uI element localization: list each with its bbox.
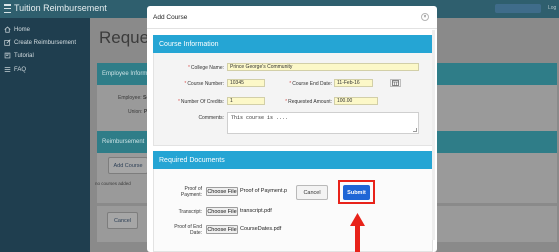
proof-of-payment-choose-button[interactable]: Choose File [206, 187, 238, 196]
dialog-scrollbar[interactable] [432, 30, 435, 240]
transcript-label: Transcript: [178, 209, 202, 215]
course-end-date-field[interactable]: 11-Feb-16 [334, 79, 373, 87]
requested-amount-label: *Requested Amount: [285, 99, 332, 105]
college-name-field[interactable]: Prince George's Community [227, 63, 419, 71]
course-number-label: *Course Number: [184, 81, 224, 87]
page-cancel-button[interactable]: Cancel [107, 212, 138, 229]
course-number-field[interactable]: 10345 [227, 79, 265, 87]
sidebar-item-label: Home [14, 27, 31, 33]
close-icon[interactable]: × [421, 13, 429, 21]
sidebar-item-label: FAQ [14, 67, 27, 73]
resize-handle[interactable] [413, 128, 417, 132]
sidebar-item-tutorial[interactable]: Tutorial [0, 51, 90, 61]
required-documents-header: Required Documents [153, 151, 433, 169]
transcript-filename: transcript.pdf [240, 208, 272, 214]
no-courses-text: no courses added [95, 181, 131, 186]
add-course-button[interactable]: Add Course [108, 157, 148, 174]
home-icon [0, 26, 14, 35]
credits-label: *Number Of Credits: [177, 99, 224, 105]
cancel-button[interactable]: Cancel [296, 185, 328, 200]
user-badge[interactable] [495, 4, 541, 13]
course-information-header: Course Information [153, 35, 433, 53]
create-icon [0, 38, 14, 48]
college-name-label: *College Name: [187, 65, 224, 71]
dialog-title: Add Course [153, 14, 188, 21]
tutorial-icon [0, 52, 14, 61]
calendar-icon[interactable] [390, 79, 401, 87]
requested-amount-field[interactable]: 100.00 [334, 97, 378, 105]
submit-button[interactable]: Submit [343, 185, 370, 200]
menu-icon[interactable] [4, 4, 11, 13]
comments-textarea[interactable]: This course is .... [227, 112, 419, 134]
sidebar-item-create-reimbursement[interactable]: Create Reimbursement [0, 38, 90, 48]
comments-label: Comments: [198, 115, 224, 121]
proof-of-payment-filename: Proof of Payment.p [240, 188, 288, 194]
course-end-date-label: *Course End Date: [289, 81, 332, 87]
app-window: Tuition Reimbursement Log Home Create Re… [0, 0, 559, 252]
proof-of-payment-label: Proof of Payment: [180, 186, 202, 198]
up-arrow-icon [350, 213, 365, 252]
employee-label: Employee: Se [118, 95, 149, 101]
sidebar: Home Create Reimbursement Tutorial FAQ [0, 18, 90, 252]
sidebar-item-faq[interactable]: FAQ [0, 65, 90, 75]
proof-of-end-date-choose-button[interactable]: Choose File [206, 225, 238, 234]
list-icon [0, 66, 14, 75]
sidebar-item-label: Create Reimbursement [14, 40, 77, 46]
dialog-divider [147, 28, 437, 29]
add-course-dialog: Add Course × Course Information *College… [147, 6, 437, 252]
transcript-choose-button[interactable]: Choose File [206, 207, 238, 216]
logout-link[interactable]: Log [548, 5, 556, 11]
sidebar-item-home[interactable]: Home [0, 25, 90, 35]
sidebar-item-label: Tutorial [14, 53, 34, 59]
proof-of-end-date-label: Proof of End Date: [174, 224, 202, 236]
proof-of-end-date-filename: CourseDates.pdf [240, 226, 282, 232]
credits-field[interactable]: 1 [227, 97, 265, 105]
app-title: Tuition Reimbursement [14, 3, 107, 13]
comments-text: This course is .... [231, 115, 289, 121]
